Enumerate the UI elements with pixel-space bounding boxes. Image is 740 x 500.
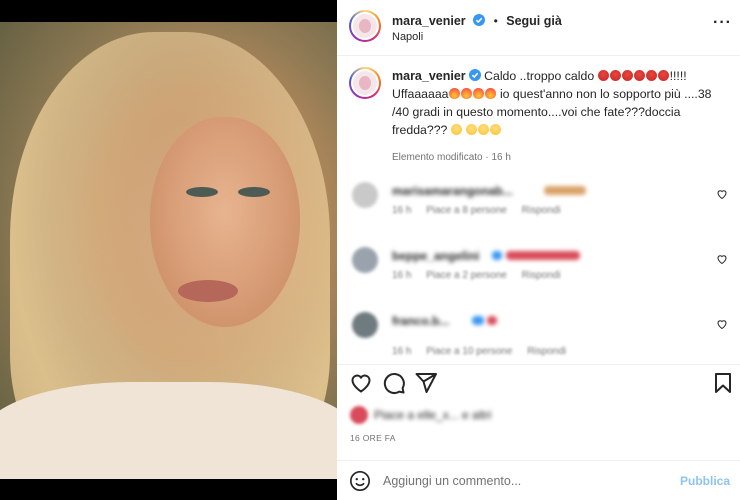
- header-line: mara_venier • Segui già: [392, 12, 562, 30]
- comment-time: 16 h: [392, 346, 412, 357]
- more-icon[interactable]: ···: [713, 14, 732, 32]
- photo-eye-right: [238, 187, 270, 197]
- comment-meta: 16 h Piace a 8 persone Rispondi: [392, 205, 573, 216]
- likes-text[interactable]: Piace a elle_x... e altri: [374, 408, 491, 422]
- laugh-emoji-icon: [450, 124, 462, 135]
- follow-button[interactable]: Segui già: [506, 14, 562, 28]
- author-username[interactable]: mara_venier: [392, 14, 466, 28]
- verified-icon: [468, 69, 481, 81]
- reply-button[interactable]: Rispondi: [522, 205, 561, 216]
- comment-icon[interactable]: [382, 371, 406, 395]
- comment-verified: [472, 316, 484, 325]
- publish-button[interactable]: Pubblica: [680, 474, 730, 488]
- comment-avatar[interactable]: [352, 182, 378, 208]
- reply-button[interactable]: Rispondi: [527, 346, 566, 357]
- comment-item: marisamarangonab... 16 h Piace a 8 perso…: [349, 182, 734, 222]
- fire-emoji-icon: [484, 88, 496, 99]
- fire-emoji-icon: [448, 88, 460, 99]
- add-comment-bar: Pubblica: [337, 460, 740, 500]
- comment-item: franco.b... 16 h Piace a 10 persone Risp…: [349, 312, 734, 358]
- caption-username[interactable]: mara_venier: [392, 69, 466, 83]
- comment-time: 16 h: [392, 205, 412, 216]
- post-photo: [0, 22, 337, 479]
- post-panel: mara_venier • Segui già Napoli ··· mara_…: [337, 0, 740, 500]
- angry-emoji-icon: [621, 70, 633, 81]
- post-location[interactable]: Napoli: [392, 31, 423, 43]
- comment-emoji: [487, 316, 497, 325]
- bookmark-icon[interactable]: [711, 371, 735, 395]
- comment-avatar[interactable]: [352, 247, 378, 273]
- heart-icon[interactable]: [716, 253, 728, 265]
- fire-emoji-icon: [472, 88, 484, 99]
- heart-icon[interactable]: [349, 371, 373, 395]
- caption-meta: Elemento modificato · 16 h: [392, 152, 511, 163]
- separator-dot: •: [493, 14, 498, 28]
- liker-avatar: [350, 406, 368, 424]
- fire-emoji-icon: [460, 88, 472, 99]
- caption-avatar[interactable]: [349, 67, 381, 99]
- comment-item: beppe_angelini 16 h Piace a 2 persone Ri…: [349, 247, 734, 287]
- comment-likes[interactable]: Piace a 10 persone: [426, 346, 512, 357]
- angry-emoji-icon: [597, 70, 609, 81]
- photo-sweater: [0, 382, 337, 479]
- emoji-icon[interactable]: [349, 470, 371, 492]
- likes-summary[interactable]: Piace a elle_x... e altri: [350, 404, 730, 426]
- comment-username[interactable]: franco.b...: [392, 314, 449, 328]
- photo-eye-left: [186, 187, 218, 197]
- comment-time: 16 h: [392, 270, 412, 281]
- comment-verified: [492, 251, 502, 260]
- laugh-emoji-icon: [466, 124, 478, 135]
- verified-icon: [473, 14, 486, 26]
- comment-input[interactable]: [383, 471, 673, 491]
- angry-emoji-icon: [633, 70, 645, 81]
- angry-emoji-icon: [657, 70, 669, 81]
- comment-emoji: [544, 186, 586, 195]
- laugh-emoji-icon: [478, 124, 490, 135]
- post-time-ago[interactable]: 16 ORE FA: [350, 433, 396, 443]
- caption-part1: Caldo ..troppo caldo: [484, 69, 598, 83]
- author-avatar[interactable]: [349, 10, 381, 42]
- caption-text: mara_venier Caldo ..troppo caldo !!!!! U…: [392, 67, 726, 139]
- reply-button[interactable]: Rispondi: [522, 270, 561, 281]
- angry-emoji-icon: [645, 70, 657, 81]
- comment-meta: 16 h Piace a 10 persone Rispondi: [392, 346, 578, 357]
- comment-username[interactable]: marisamarangonab...: [392, 184, 513, 198]
- heart-icon[interactable]: [716, 318, 728, 330]
- comment-likes[interactable]: Piace a 8 persone: [426, 205, 507, 216]
- comment-likes[interactable]: Piace a 2 persone: [426, 270, 507, 281]
- comment-emoji: [506, 251, 580, 260]
- comment-username[interactable]: beppe_angelini: [392, 249, 479, 263]
- comment-avatar[interactable]: [352, 312, 378, 338]
- heart-icon[interactable]: [716, 188, 728, 200]
- angry-emoji-icon: [609, 70, 621, 81]
- action-bar: [337, 364, 740, 404]
- share-icon[interactable]: [414, 371, 438, 395]
- post-modal: mara_venier • Segui già Napoli ··· mara_…: [0, 0, 740, 500]
- comment-meta: 16 h Piace a 2 persone Rispondi: [392, 270, 573, 281]
- post-header: mara_venier • Segui già Napoli ···: [337, 0, 740, 56]
- laugh-emoji-icon: [490, 124, 502, 135]
- photo-lips: [178, 280, 238, 302]
